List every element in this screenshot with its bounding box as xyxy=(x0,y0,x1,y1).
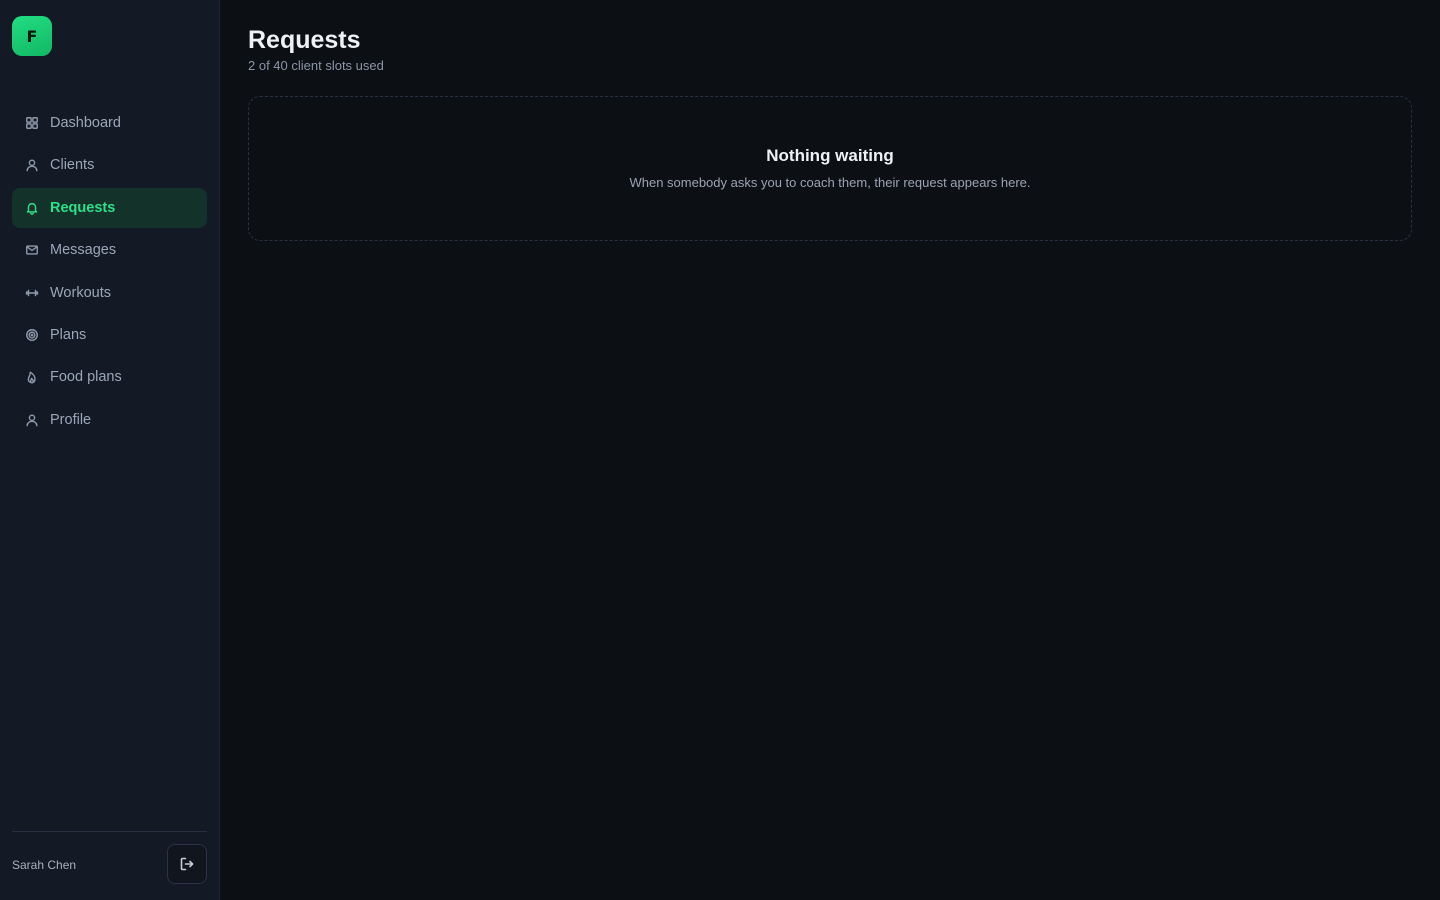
sidebar-item-food-plans[interactable]: Food plans xyxy=(12,357,207,397)
sidebar-item-label: Dashboard xyxy=(50,115,121,131)
logout-button[interactable] xyxy=(167,844,207,884)
sidebar-item-clients[interactable]: Clients xyxy=(12,145,207,185)
sidebar-footer: Sarah Chen xyxy=(12,831,207,884)
sidebar-item-workouts[interactable]: Workouts xyxy=(12,273,207,313)
sidebar-item-label: Workouts xyxy=(50,284,111,301)
bell-icon xyxy=(24,200,40,216)
sidebar-nav: Dashboard Clients Requests Messages Work… xyxy=(12,103,207,442)
sidebar-item-requests[interactable]: Requests xyxy=(12,187,207,228)
dumbbell-icon xyxy=(24,285,40,301)
mail-icon xyxy=(24,242,40,258)
page-title: Requests xyxy=(248,26,361,54)
sidebar-item-label: Food plans xyxy=(50,369,122,386)
sidebar-item-label: Plans xyxy=(50,326,87,343)
empty-state-text: When somebody asks you to coach them, th… xyxy=(629,174,1031,190)
sidebar-item-label: Clients xyxy=(50,157,95,174)
user-icon xyxy=(24,157,40,173)
user-name: Sarah Chen xyxy=(12,858,77,872)
user-icon xyxy=(24,412,40,428)
flame-icon xyxy=(24,369,40,385)
empty-state-card: Nothing waiting When somebody asks you t… xyxy=(248,96,1412,241)
sidebar-item-messages[interactable]: Messages xyxy=(12,230,207,270)
sidebar-item-label: Requests xyxy=(50,199,116,216)
empty-state-title: Nothing waiting xyxy=(766,145,894,165)
sidebar-item-label: Profile xyxy=(50,411,92,428)
target-icon xyxy=(24,327,40,343)
app-logo[interactable]: F xyxy=(12,16,52,56)
client-slots-summary: 2 of 40 client slots used xyxy=(248,58,384,73)
sidebar-item-plans[interactable]: Plans xyxy=(12,315,207,355)
sidebar-item-dashboard[interactable]: Dashboard xyxy=(12,103,207,143)
logout-icon xyxy=(179,856,195,872)
sidebar: F Dashboard Clients Requests Messages Wo… xyxy=(0,0,220,900)
grid-icon xyxy=(24,115,40,131)
sidebar-item-label: Messages xyxy=(50,242,117,259)
sidebar-item-profile[interactable]: Profile xyxy=(12,400,207,440)
